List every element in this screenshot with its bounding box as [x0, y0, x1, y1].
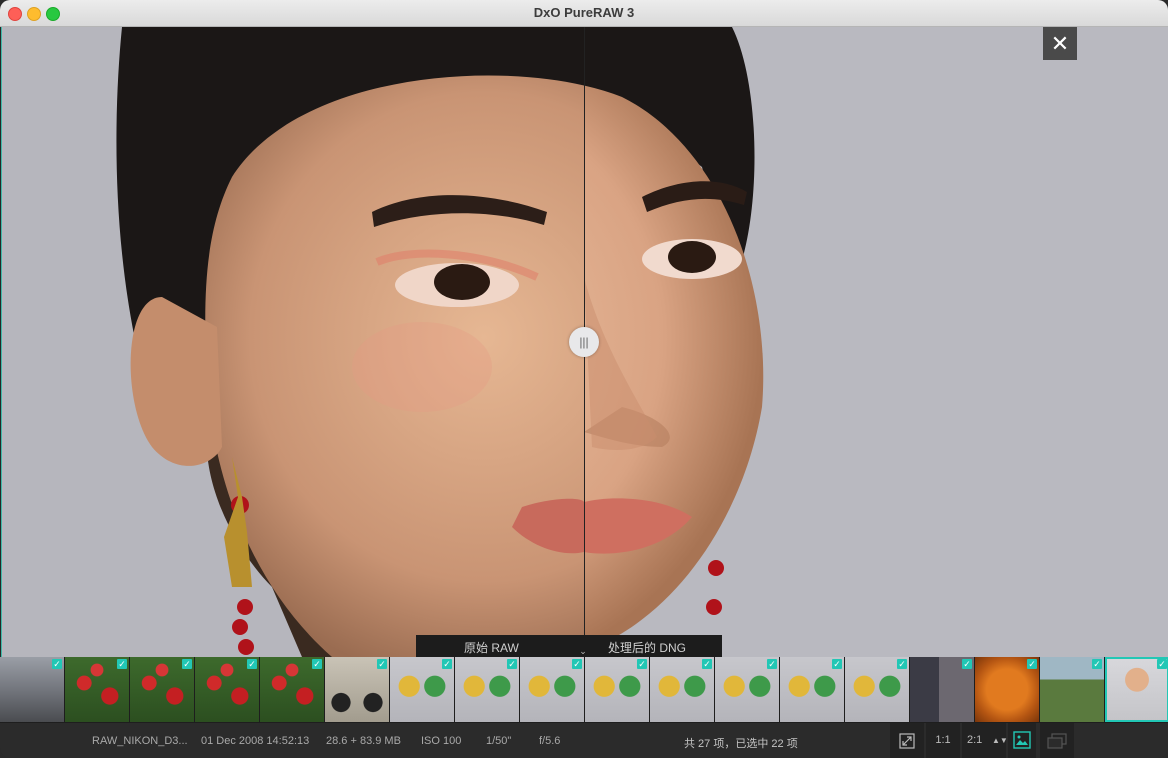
- collapse-filmstrip-button[interactable]: ⌄: [565, 646, 601, 657]
- iso-value: ISO 100: [421, 735, 462, 747]
- filmstrip-thumbnail[interactable]: ✓: [650, 657, 714, 722]
- checkbox-icon[interactable]: ✓: [1027, 659, 1037, 669]
- filmstrip-thumbnail[interactable]: ✓: [260, 657, 324, 722]
- processed-dng-label: 处理后的 DNG: [608, 641, 687, 655]
- filmstrip-thumbnail[interactable]: ✓: [130, 657, 194, 722]
- filmstrip-thumbnail[interactable]: ✓: [1040, 657, 1104, 722]
- filmstrip-thumbnail[interactable]: ✓: [520, 657, 584, 722]
- filmstrip-thumbnail[interactable]: ✓: [195, 657, 259, 722]
- zoom-level-value: 2:1: [967, 734, 983, 746]
- checkbox-icon[interactable]: ✓: [832, 659, 842, 669]
- checkbox-icon[interactable]: ✓: [312, 659, 322, 669]
- filmstrip-thumbnail[interactable]: ✓: [715, 657, 779, 722]
- checkbox-icon[interactable]: ✓: [572, 659, 582, 669]
- close-viewer-button[interactable]: ✕: [1043, 27, 1077, 60]
- filmstrip-thumbnail[interactable]: ✓: [0, 657, 64, 722]
- checkbox-icon[interactable]: ✓: [702, 659, 712, 669]
- filmstrip-thumbnail[interactable]: ✓: [325, 657, 389, 722]
- filmstrip-thumbnail[interactable]: ✓: [780, 657, 844, 722]
- file-name: RAW_NIKON_D3...: [92, 735, 188, 747]
- shutter-speed: 1/50": [486, 735, 512, 747]
- filmstrip[interactable]: ✓ ✓ ✓ ✓ ✓ ✓ ✓ ✓ ✓ ✓ ✓ ✓ ✓ ✓ ✓ ✓ ✓ ✓: [0, 657, 1168, 723]
- checkbox-icon[interactable]: ✓: [507, 659, 517, 669]
- stepper-arrows-icon: ▲▼: [992, 736, 1008, 745]
- filmstrip-thumbnail[interactable]: ✓: [975, 657, 1039, 722]
- checkbox-icon[interactable]: ✓: [1092, 659, 1102, 669]
- filmstrip-thumbnail[interactable]: ✓: [455, 657, 519, 722]
- compare-view-button[interactable]: [1040, 723, 1074, 758]
- single-view-button[interactable]: [1008, 723, 1036, 758]
- filmstrip-thumbnail[interactable]: ✓: [1105, 657, 1168, 722]
- app-window: DxO PureRAW 3 ||| ✕ 原始 RAW 处理后的 DNG ⌄ ✓ …: [0, 0, 1168, 758]
- filmstrip-thumbnail[interactable]: ✓: [845, 657, 909, 722]
- zoom-level-select[interactable]: 2:1 ▲▼: [962, 723, 1008, 758]
- checkbox-icon[interactable]: ✓: [962, 659, 972, 669]
- stack-view-icon: [1047, 733, 1067, 749]
- checkbox-icon[interactable]: ✓: [1157, 659, 1167, 669]
- expand-icon: [899, 733, 915, 749]
- filmstrip-thumbnail[interactable]: ✓: [585, 657, 649, 722]
- checkbox-icon[interactable]: ✓: [117, 659, 127, 669]
- capture-date: 01 Dec 2008 14:52:13: [201, 735, 310, 747]
- single-image-icon: [1013, 731, 1031, 749]
- checkbox-icon[interactable]: ✓: [247, 659, 257, 669]
- selection-count: 共 27 项，已选中 22 项: [684, 738, 798, 750]
- split-handle[interactable]: |||: [569, 327, 599, 357]
- title-bar: DxO PureRAW 3: [0, 0, 1168, 27]
- image-viewer[interactable]: ||| ✕ 原始 RAW 处理后的 DNG: [1, 27, 1168, 657]
- checkbox-icon[interactable]: ✓: [897, 659, 907, 669]
- original-raw-label: 原始 RAW: [464, 641, 519, 655]
- checkbox-icon[interactable]: ✓: [442, 659, 452, 669]
- checkbox-icon[interactable]: ✓: [637, 659, 647, 669]
- zoom-1to1-button[interactable]: 1:1: [926, 723, 960, 758]
- filmstrip-thumbnail[interactable]: ✓: [65, 657, 129, 722]
- checkbox-icon[interactable]: ✓: [767, 659, 777, 669]
- file-size: 28.6 + 83.9 MB: [326, 735, 401, 747]
- checkbox-icon[interactable]: ✓: [182, 659, 192, 669]
- checkbox-icon[interactable]: ✓: [377, 659, 387, 669]
- status-bar: RAW_NIKON_D3... 01 Dec 2008 14:52:13 28.…: [0, 723, 1168, 758]
- filmstrip-thumbnail[interactable]: ✓: [390, 657, 454, 722]
- window-title: DxO PureRAW 3: [533, 5, 635, 20]
- fit-to-screen-button[interactable]: [890, 723, 924, 758]
- aperture-value: f/5.6: [539, 735, 561, 747]
- checkbox-icon[interactable]: ✓: [52, 659, 62, 669]
- filmstrip-thumbnail[interactable]: ✓: [910, 657, 974, 722]
